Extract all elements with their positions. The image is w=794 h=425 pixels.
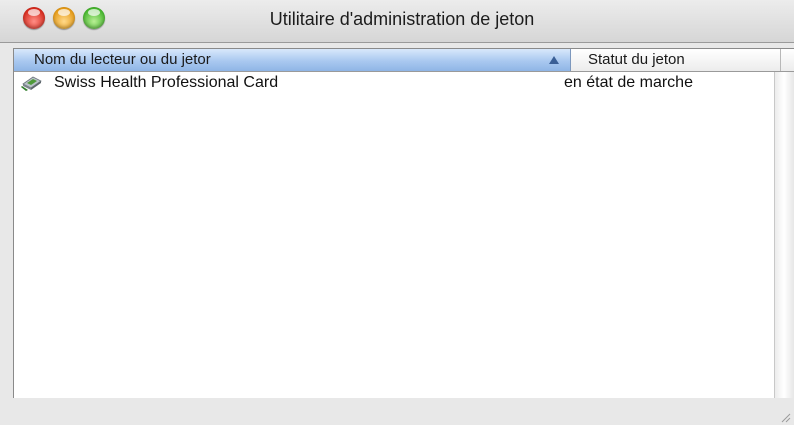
vertical-scrollbar[interactable] xyxy=(774,72,794,398)
column-header-status[interactable]: Statut du jeton xyxy=(571,49,781,71)
column-header-status-label: Statut du jeton xyxy=(588,51,685,68)
column-header-name[interactable]: Nom du lecteur ou du jetor xyxy=(14,49,571,71)
table-body: Swiss Health Professional Card en état d… xyxy=(14,72,774,398)
token-table: Nom du lecteur ou du jetor Statut du jet… xyxy=(13,48,794,399)
title-bar[interactable]: Utilitaire d'administration de jeton xyxy=(0,0,794,43)
token-admin-window: Utilitaire d'administration de jeton Nom… xyxy=(0,0,794,425)
sort-ascending-icon xyxy=(549,56,559,64)
smart-card-reader-icon xyxy=(21,76,42,91)
resize-grip-icon[interactable] xyxy=(779,411,791,423)
token-name: Swiss Health Professional Card xyxy=(54,74,279,91)
table-header: Nom du lecteur ou du jetor Statut du jet… xyxy=(14,49,794,72)
table-row[interactable]: Swiss Health Professional Card en état d… xyxy=(14,72,774,94)
token-status: en état de marche xyxy=(564,74,693,91)
header-filler xyxy=(781,49,794,71)
column-header-name-label: Nom du lecteur ou du jetor xyxy=(34,51,211,68)
window-title: Utilitaire d'administration de jeton xyxy=(269,9,535,29)
status-bar xyxy=(0,398,794,425)
